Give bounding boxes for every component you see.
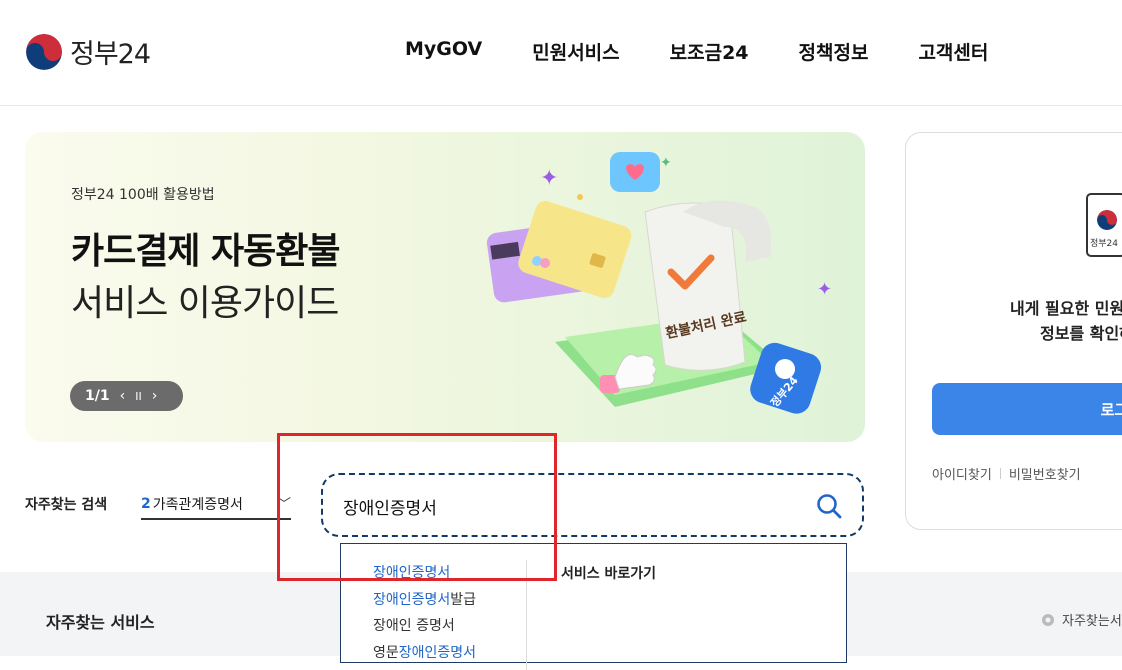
banner-title: 카드결제 자동환불 <box>71 231 340 272</box>
icon-label: 정부24 <box>1090 239 1119 249</box>
find-password-link[interactable]: 비밀번호찾기 <box>1009 464 1081 483</box>
find-id-link[interactable]: 아이디찾기 <box>932 464 992 483</box>
login-message-line1: 내게 필요한 민원 <box>1010 299 1122 318</box>
account-links: 아이디찾기 비밀번호찾기 <box>932 464 1081 483</box>
suggestion-item[interactable]: 영문장애인증명서 <box>373 642 476 669</box>
suggestion-item[interactable]: 장애인증명서 <box>373 562 476 589</box>
chevron-down-icon: ﹀ <box>277 497 291 513</box>
pager-count: 1/1 <box>85 388 110 404</box>
site-header: 정부24 MyGOV 민원서비스 보조금24 정책정보 고객센터 <box>0 0 1122 106</box>
frequent-services-title: 자주찾는 서비스 <box>46 613 155 632</box>
search-box <box>321 473 864 537</box>
gov24-logo[interactable]: 정부24 <box>26 32 151 71</box>
frequent-search-select[interactable]: 2 가족관계증명서 ﹀ <box>141 490 291 520</box>
logo-text: 정부24 <box>70 39 151 70</box>
svg-text:✦: ✦ <box>660 155 672 171</box>
banner-subtitle: 정부24 100배 활용방법 <box>71 187 215 203</box>
nav-item-subsidy[interactable]: 보조금24 <box>670 38 749 65</box>
search-input[interactable] <box>343 491 803 521</box>
nav-item-mygov[interactable]: MyGOV <box>405 38 482 65</box>
dropdown-divider <box>526 560 527 670</box>
nav-item-policy[interactable]: 정책정보 <box>799 38 869 65</box>
suggestion-list: 장애인증명서 장애인증명서발급 장애인 증명서 영문장애인증명서 <box>373 562 476 668</box>
login-button[interactable]: 로그인 <box>932 383 1122 435</box>
link-divider <box>999 468 1001 479</box>
gear-icon <box>1042 613 1054 626</box>
next-arrow-icon[interactable]: › <box>152 388 158 404</box>
banner-pager: 1/1 ‹ II › <box>70 381 183 411</box>
banner-title-second-line: 서비스 이용가이드 <box>71 283 339 324</box>
refund-illustration: ✦ ✦ ✦ 환불처리 완료 정부24 <box>486 152 832 414</box>
main-nav: MyGOV 민원서비스 보조금24 정책정보 고객센터 <box>405 38 1038 65</box>
rank-term: 가족관계증명서 <box>152 497 243 513</box>
promo-banner[interactable]: 정부24 100배 활용방법 카드결제 자동환불 서비스 이용가이드 ✦ ✦ ✦… <box>25 132 865 442</box>
suggestion-item[interactable]: 장애인 증명서 <box>373 615 476 642</box>
frequent-services-settings[interactable]: 자주찾는서 <box>1040 610 1122 629</box>
suggestion-item[interactable]: 장애인증명서발급 <box>373 589 476 616</box>
frequent-search-label: 자주찾는 검색 <box>25 497 108 513</box>
svg-text:✦: ✦ <box>817 279 832 300</box>
settings-label: 자주찾는서 <box>1062 614 1122 629</box>
autocomplete-dropdown: 장애인증명서 장애인증명서발급 장애인 증명서 영문장애인증명서 서비스 바로가… <box>340 543 847 670</box>
taegeuk-logo-icon <box>26 33 62 70</box>
search-icon[interactable] <box>814 491 844 521</box>
taegeuk-mini-icon <box>1097 210 1117 230</box>
pause-icon[interactable]: II <box>135 390 142 403</box>
login-message-line2: 정보를 확인하 <box>1040 324 1122 343</box>
service-shortcut-title: 서비스 바로가기 <box>561 566 657 582</box>
login-card: 정부24 내게 필요한 민원 정보를 확인하 로그인 아이디찾기 비밀번호찾기 <box>905 132 1122 530</box>
nav-item-civil-service[interactable]: 민원서비스 <box>532 38 619 65</box>
nav-item-customer-center[interactable]: 고객센터 <box>918 38 988 65</box>
mobile-id-icon: 정부24 <box>1086 193 1122 257</box>
svg-text:✦: ✦ <box>540 166 558 191</box>
prev-arrow-icon[interactable]: ‹ <box>120 388 126 404</box>
rank-number: 2 <box>141 496 151 512</box>
